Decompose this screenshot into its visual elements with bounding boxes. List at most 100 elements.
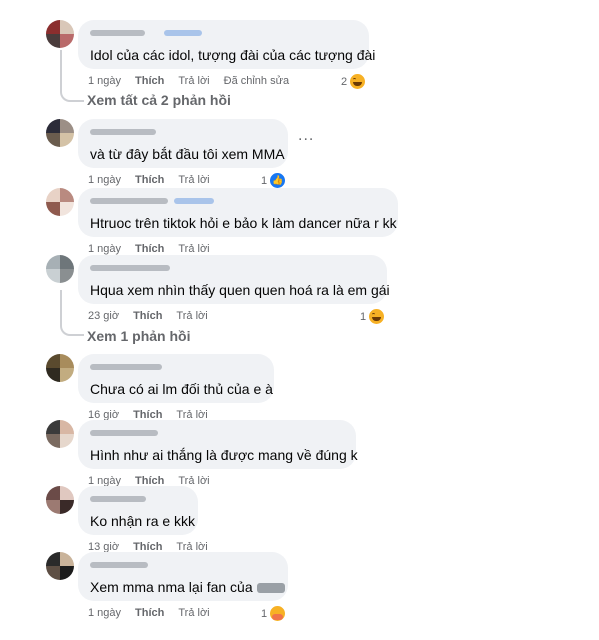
reaction-summary[interactable]: 1 <box>360 308 386 325</box>
commenter-name-redacted[interactable] <box>90 361 262 374</box>
comment-actions: 1 ngày Thích Trả lời <box>88 243 224 255</box>
avatar-pixel-tile <box>46 202 60 216</box>
comment-actions: 1 ngày Thích Trả lời Đã chỉnh sửa <box>88 75 303 87</box>
commenter-avatar[interactable] <box>46 486 74 514</box>
avatar-pixel-tile <box>60 269 74 283</box>
like-button[interactable]: Thích <box>135 75 164 87</box>
comment-bubble: Idol của các idol, tượng đài của các tượ… <box>78 20 375 69</box>
comment-bubble: Hqua xem nhìn thấy quen quen hoá ra là e… <box>78 255 390 304</box>
view-replies-link[interactable]: Xem 1 phản hồi <box>87 328 190 344</box>
avatar-pixel-tile <box>46 20 60 34</box>
commenter-avatar[interactable] <box>46 255 74 283</box>
avatar-pixel-tile <box>60 420 74 434</box>
commenter-avatar[interactable] <box>46 552 74 580</box>
comment-bubble: Xem mma nma lại fan của <box>78 552 288 601</box>
commenter-avatar[interactable] <box>46 188 74 216</box>
comment-text: Htruoc trên tiktok hỏi e bảo k làm dance… <box>90 215 397 231</box>
comment-text: Hình như ai thắng là được mang về đúng k <box>90 447 358 463</box>
reaction-summary[interactable]: 2 <box>341 73 367 90</box>
avatar-pixel-tile <box>46 420 60 434</box>
avatar-pixel-tile <box>60 500 74 514</box>
avatar-pixel-tile <box>60 202 74 216</box>
comment-text: Hqua xem nhìn thấy quen quen hoá ra là e… <box>90 282 390 298</box>
commenter-avatar[interactable] <box>46 420 74 448</box>
comment-item: Ko nhận ra e kkk 13 giờ Thích Trả lời <box>0 486 599 553</box>
avatar-pixel-tile <box>46 566 60 580</box>
comment-item: Hình như ai thắng là được mang về đúng k… <box>0 420 599 487</box>
comment-time[interactable]: 23 giờ <box>88 310 119 322</box>
avatar-pixel-tile <box>46 500 60 514</box>
commenter-name-redacted[interactable] <box>90 559 276 572</box>
reaction-summary[interactable]: 1 <box>261 605 287 622</box>
like-button[interactable]: Thích <box>135 174 164 186</box>
commenter-name-redacted[interactable] <box>90 195 386 208</box>
avatar-pixel-tile <box>60 133 74 147</box>
avatar-pixel-tile <box>46 133 60 147</box>
reply-connector <box>60 322 84 336</box>
avatar-pixel-tile <box>46 269 60 283</box>
comment-text: Chưa có ai lm đối thủ của e à <box>90 381 273 397</box>
comment-actions: 1 ngày Thích Trả lời <box>88 607 224 619</box>
commenter-avatar[interactable] <box>46 119 74 147</box>
avatar-pixel-tile <box>46 434 60 448</box>
reaction-count: 1 <box>261 607 268 620</box>
avatar-pixel-tile <box>46 552 60 566</box>
reply-button[interactable]: Trả lời <box>178 607 209 619</box>
reply-button[interactable]: Trả lời <box>178 243 209 255</box>
like-button[interactable]: Thích <box>135 243 164 255</box>
commenter-name-redacted[interactable] <box>90 27 357 40</box>
avatar-pixel-tile <box>46 119 60 133</box>
comment-item: Idol của các idol, tượng đài của các tượ… <box>0 20 599 90</box>
comment-time[interactable]: 1 ngày <box>88 174 121 186</box>
reaction-summary[interactable]: 1 👍 <box>261 172 287 189</box>
comment-text: Ko nhận ra e kkk <box>90 513 196 529</box>
commenter-avatar[interactable] <box>46 20 74 48</box>
reaction-count: 1 <box>360 310 367 323</box>
avatar-pixel-tile <box>60 34 74 48</box>
avatar-pixel-tile <box>46 486 60 500</box>
avatar-pixel-tile <box>60 119 74 133</box>
haha-icon <box>368 308 386 325</box>
commenter-avatar[interactable] <box>46 354 74 382</box>
comment-item: Xem mma nma lại fan của 1 ngày Thích Trả l… <box>0 552 599 622</box>
comment-actions: 23 giờ Thích Trả lời <box>88 310 222 322</box>
avatar-pixel-tile <box>46 188 60 202</box>
commenter-name-redacted[interactable] <box>90 262 375 275</box>
view-all-replies-link[interactable]: Xem tất cả 2 phản hồi <box>87 92 231 108</box>
edited-label[interactable]: Đã chỉnh sửa <box>224 75 289 87</box>
care-icon <box>269 605 287 622</box>
avatar-pixel-tile <box>60 552 74 566</box>
commenter-name-redacted[interactable] <box>90 126 276 139</box>
comment-item: Hqua xem nhìn thấy quen quen hoá ra là e… <box>0 255 599 325</box>
comment-bubble: Ko nhận ra e kkk <box>78 486 198 535</box>
commenter-name-redacted[interactable] <box>90 427 344 440</box>
reply-button[interactable]: Trả lời <box>176 310 207 322</box>
comment-bubble: Hình như ai thắng là được mang về đúng k <box>78 420 358 469</box>
comment-bubble: Htruoc trên tiktok hỏi e bảo k làm dance… <box>78 188 398 237</box>
like-button[interactable]: Thích <box>133 310 162 322</box>
comment-time[interactable]: 1 ngày <box>88 75 121 87</box>
comment-bubble: Chưa có ai lm đối thủ của e à <box>78 354 274 403</box>
reply-connector <box>60 88 84 102</box>
avatar-pixel-tile <box>60 255 74 269</box>
avatar-pixel-tile <box>60 566 74 580</box>
comment-time[interactable]: 1 ngày <box>88 607 121 619</box>
comment-item: Chưa có ai lm đối thủ của e à 16 giờ Thíc… <box>0 354 599 421</box>
avatar-pixel-tile <box>60 486 74 500</box>
avatar-pixel-tile <box>60 20 74 34</box>
comment-time[interactable]: 1 ngày <box>88 243 121 255</box>
comment-actions: 1 ngày Thích Trả lời <box>88 174 224 186</box>
like-button[interactable]: Thích <box>135 607 164 619</box>
comment-text: Xem mma nma lại fan của <box>90 578 285 596</box>
comment-item: Htruoc trên tiktok hỏi e bảo k làm dance… <box>0 188 599 255</box>
avatar-pixel-tile <box>46 368 60 382</box>
haha-icon <box>349 73 367 90</box>
avatar-pixel-tile <box>60 188 74 202</box>
commenter-name-redacted[interactable] <box>90 493 186 506</box>
avatar-pixel-tile <box>60 434 74 448</box>
reply-button[interactable]: Trả lời <box>178 174 209 186</box>
more-options-button[interactable]: ... <box>298 127 314 145</box>
comment-text: và từ đây bắt đầu tôi xem MMA <box>90 146 285 162</box>
avatar-pixel-tile <box>46 255 60 269</box>
reply-button[interactable]: Trả lời <box>178 75 209 87</box>
